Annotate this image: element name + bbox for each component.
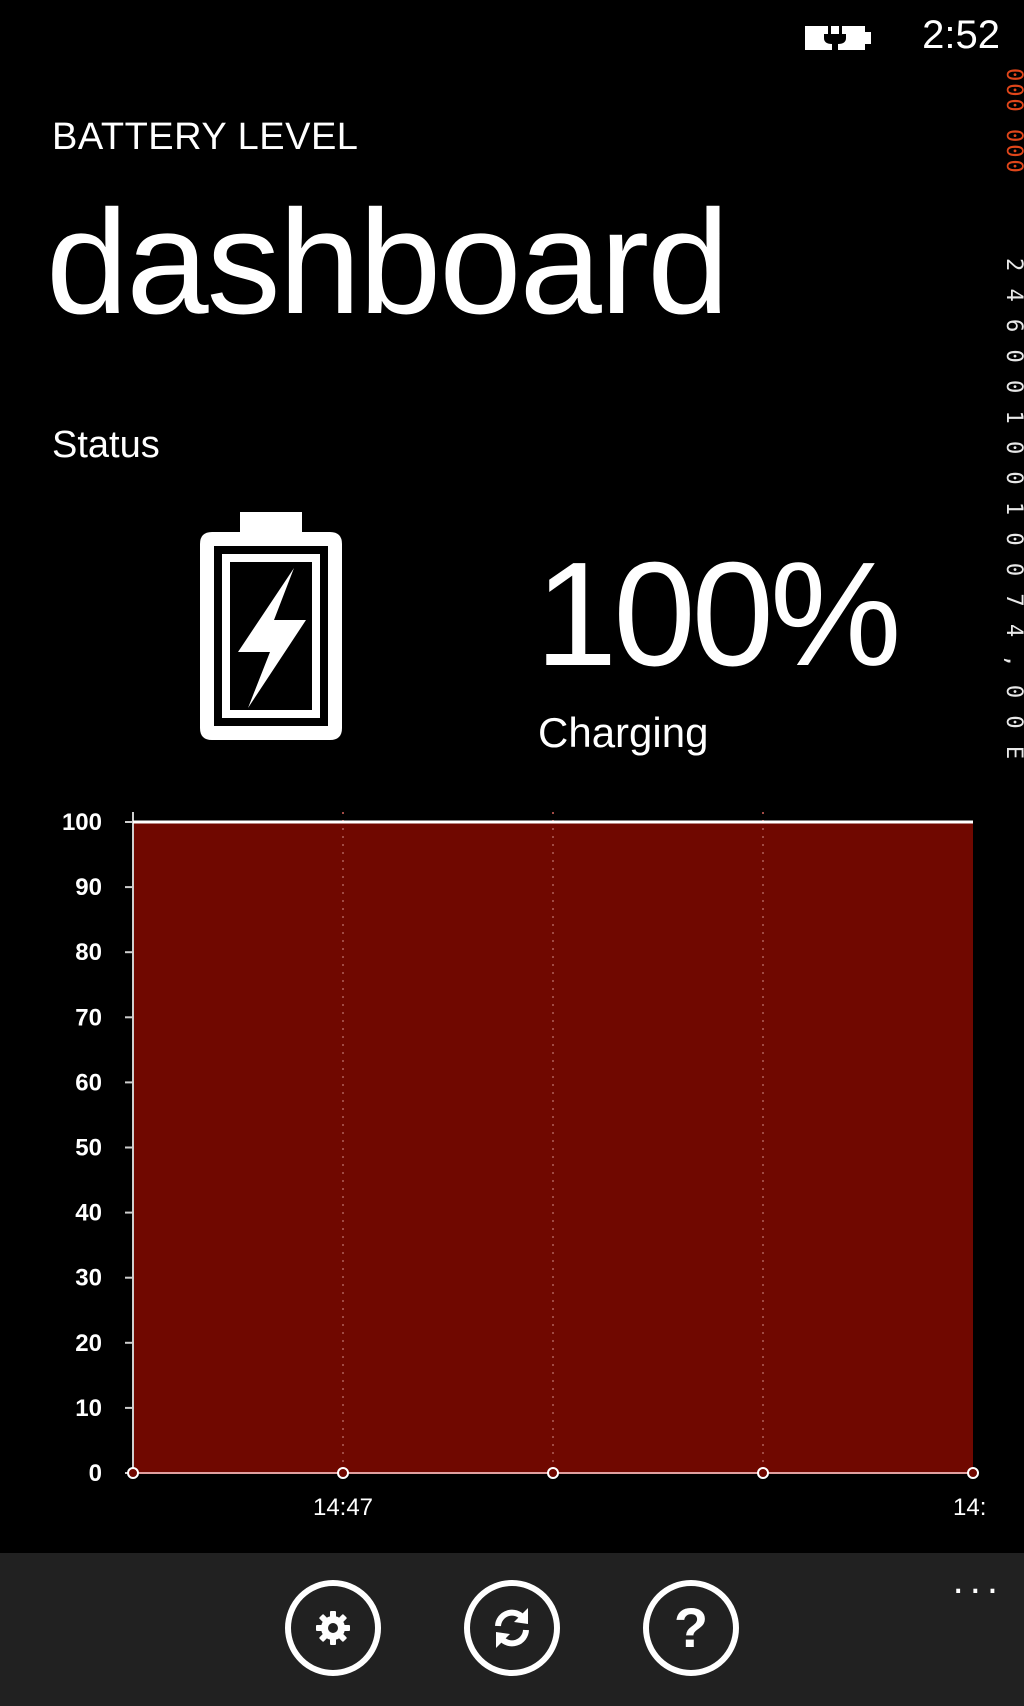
settings-button[interactable] bbox=[285, 1580, 381, 1676]
battery-history-chart: 0 10 20 30 40 50 60 70 80 90 100 14:47 14: bbox=[62, 809, 986, 1521]
debug-counter-white: 2 4 6 0 0 1 0 0 1 0 0 7 4 , 0 0 E bbox=[1003, 258, 1024, 761]
x-tick-marker bbox=[127, 1467, 139, 1479]
y-tick-label: 80 bbox=[75, 939, 102, 966]
status-bar: 2:52 bbox=[0, 0, 1024, 70]
y-tick-label: 10 bbox=[75, 1395, 102, 1422]
area-fill bbox=[133, 822, 973, 1473]
battery-percent: 100% bbox=[535, 532, 902, 697]
clock-text: 2:52 bbox=[922, 13, 1000, 57]
page-title: dashboard bbox=[46, 180, 729, 345]
y-tick-label: 0 bbox=[89, 1460, 102, 1487]
gear-icon bbox=[316, 1611, 350, 1645]
x-tick-marker bbox=[337, 1467, 349, 1479]
refresh-icon bbox=[495, 1608, 529, 1648]
help-button[interactable]: ? bbox=[643, 1580, 739, 1676]
app-bar: ... ? bbox=[0, 1553, 1024, 1706]
debug-counter-red: 000 000 bbox=[1003, 68, 1024, 175]
refresh-button[interactable] bbox=[464, 1580, 560, 1676]
battery-charging-icon bbox=[200, 512, 342, 740]
more-button[interactable]: ... bbox=[953, 1560, 1004, 1600]
y-tick-label: 70 bbox=[75, 1004, 102, 1031]
app-title: BATTERY LEVEL bbox=[52, 116, 359, 158]
x-tick-marker bbox=[547, 1467, 559, 1479]
y-tick-label: 60 bbox=[75, 1069, 102, 1096]
x-tick-marker bbox=[967, 1467, 979, 1479]
charging-status: Charging bbox=[538, 709, 709, 756]
y-tick-label: 20 bbox=[75, 1330, 102, 1357]
y-tick-label: 90 bbox=[75, 874, 102, 901]
y-tick-label: 100 bbox=[62, 809, 102, 836]
x-tick-label: 14: bbox=[953, 1494, 986, 1521]
y-tick-label: 50 bbox=[75, 1135, 102, 1162]
status-label: Status bbox=[52, 424, 160, 466]
help-icon: ? bbox=[673, 1596, 709, 1659]
battery-charging-icon bbox=[805, 24, 871, 52]
x-tick-marker bbox=[757, 1467, 769, 1479]
y-tick-label: 40 bbox=[75, 1200, 102, 1227]
debug-counter: 000 000 2 4 6 0 0 1 0 0 1 0 0 7 4 , 0 0 … bbox=[1003, 68, 1024, 808]
y-tick-label: 30 bbox=[75, 1265, 102, 1292]
x-tick-label: 14:47 bbox=[313, 1494, 373, 1521]
